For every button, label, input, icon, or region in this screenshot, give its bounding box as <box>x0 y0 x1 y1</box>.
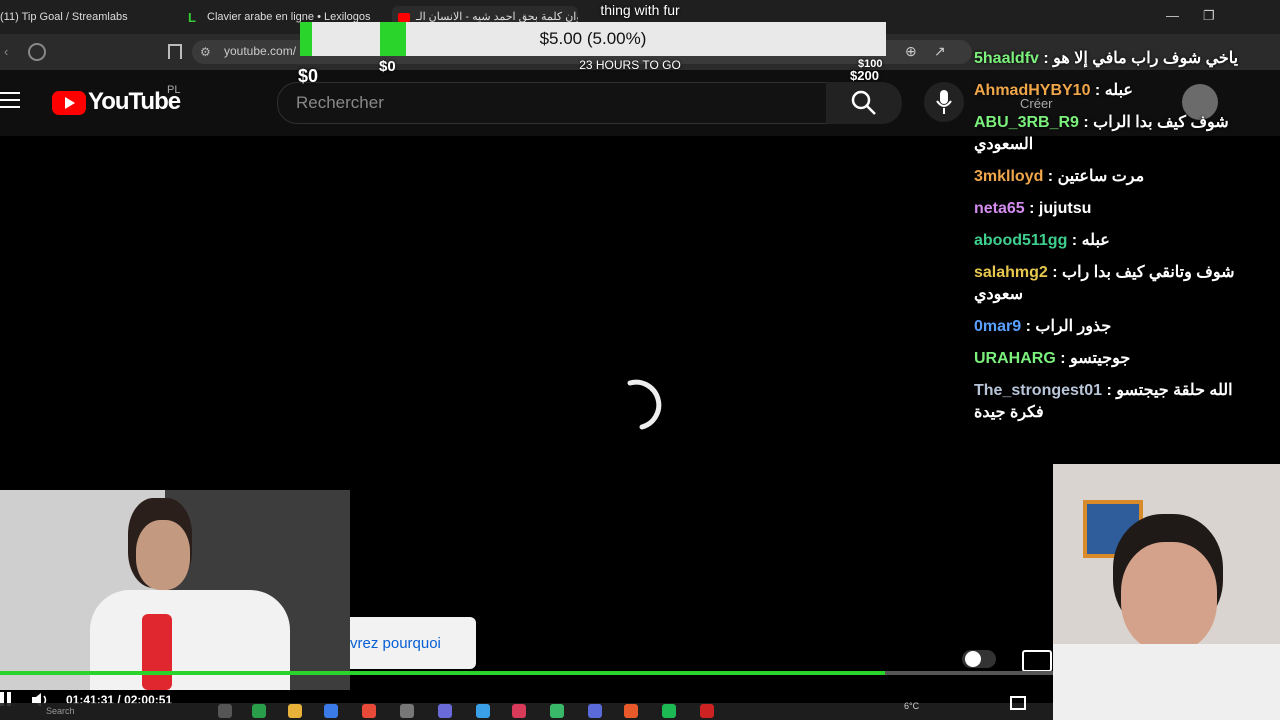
chat-message: AhmadHYBY10 : عبله <box>974 80 1280 102</box>
discord-icon[interactable] <box>588 704 602 718</box>
maximize-icon[interactable]: ❐ <box>1203 8 1215 24</box>
app-icon[interactable] <box>324 704 338 718</box>
voice-search-button[interactable] <box>924 82 964 122</box>
search-icon <box>851 90 876 115</box>
chat-text: مرت ساعتين <box>1057 168 1145 185</box>
chat-text: جذور الراب <box>1035 318 1112 335</box>
webcam-left <box>0 490 350 690</box>
chat-message: 5haaldfv : ياخي شوف راب مافي إلا هو <box>974 48 1280 70</box>
chat-message: neta65 : jujutsu <box>974 198 1280 220</box>
chat-username: URAHARG <box>974 350 1056 367</box>
chat-separator: : <box>1047 264 1063 281</box>
lexilogos-icon: L <box>188 10 196 25</box>
chat-username: neta65 <box>974 200 1025 217</box>
chat-username: 5haaldfv <box>974 50 1039 67</box>
goal-time-left: 23 HOURS TO GO <box>579 58 681 72</box>
zoom-icon[interactable]: ⊕ <box>905 43 917 60</box>
chat-username: 0mar9 <box>974 318 1022 335</box>
menu-icon[interactable] <box>0 92 20 110</box>
chat-text: جوجيتسو <box>1070 350 1131 367</box>
app-icon[interactable] <box>438 704 452 718</box>
site-settings-icon[interactable]: ⚙ <box>200 45 211 59</box>
chat-separator: : <box>1102 382 1117 399</box>
chat-username: abood511gg <box>974 232 1068 249</box>
spotify-icon[interactable] <box>662 704 676 718</box>
webcam-right <box>1053 464 1280 720</box>
chat-message: 3mklloyd : مرت ساعتين <box>974 166 1280 188</box>
reload-icon[interactable] <box>28 43 46 61</box>
chat-separator: : <box>1078 114 1094 131</box>
minimize-icon[interactable]: — <box>1166 8 1179 23</box>
search-input[interactable] <box>294 82 818 124</box>
goal-start-label-secondary: $0 <box>379 58 396 75</box>
chat-separator: : <box>1038 50 1054 67</box>
progress-fill[interactable] <box>0 671 885 675</box>
brave-icon[interactable] <box>624 704 638 718</box>
loading-spinner-icon <box>627 379 662 430</box>
miniplayer-icon[interactable] <box>1010 696 1026 710</box>
url-text: youtube.com/ <box>224 44 297 58</box>
app-icon[interactable] <box>700 704 714 718</box>
app-icon[interactable] <box>512 704 526 718</box>
chat-text: jujutsu <box>1038 200 1092 217</box>
app-icon[interactable] <box>362 704 376 718</box>
chat-separator: : <box>1055 350 1070 367</box>
chat-message: 0mar9 : جذور الراب <box>974 316 1280 338</box>
edge-icon[interactable] <box>476 704 490 718</box>
microphone-icon <box>142 614 172 690</box>
chat-username: The_strongest01 <box>974 382 1103 399</box>
share-icon[interactable]: ↗ <box>934 43 946 60</box>
search-button[interactable] <box>826 82 902 124</box>
tooltip-text: vrez pourquoi <box>350 635 441 652</box>
youtube-logo-icon[interactable] <box>52 91 86 115</box>
store-icon[interactable] <box>400 704 414 718</box>
chat-username: AhmadHYBY10 <box>974 82 1091 99</box>
chat-separator: : <box>1024 200 1039 217</box>
chat-username: ABU_3RB_R9 <box>974 114 1079 131</box>
weather-widget[interactable]: 6°C <box>904 701 919 711</box>
chat-message: ABU_3RB_R9 : شوف كيف بدا الراب السعودي <box>974 112 1280 156</box>
tab-tip-goal[interactable]: (11) Tip Goal / Streamlabs <box>0 6 175 28</box>
chat-message: URAHARG : جوجيتسو <box>974 348 1280 370</box>
info-tooltip[interactable]: vrez pourquoi <box>350 617 476 669</box>
autoplay-toggle[interactable] <box>962 650 996 668</box>
chat-message: salahmg2 : شوف وتانقي كيف بدا راب سعودي <box>974 262 1280 306</box>
chat-username: salahmg2 <box>974 264 1048 281</box>
chat-overlay: 5haaldfv : ياخي شوف راب مافي إلا هو Ahmad… <box>974 48 1280 434</box>
chat-text: عبله <box>1081 232 1110 249</box>
folder-icon[interactable] <box>288 704 302 718</box>
subtitles-icon[interactable] <box>1022 650 1052 672</box>
taskbar-search[interactable]: Search <box>46 706 75 716</box>
chat-separator: : <box>1043 168 1058 185</box>
taskbar <box>0 703 1053 720</box>
region-badge: PL <box>167 84 181 96</box>
pause-icon <box>965 651 981 667</box>
back-icon[interactable]: ‹ <box>4 44 8 59</box>
goal-title: thing with fur <box>600 2 680 18</box>
app-icon[interactable] <box>550 704 564 718</box>
app-icon[interactable] <box>252 704 266 718</box>
chat-message: The_strongest01 : الله حلقة جيجتسو فكرة … <box>974 380 1280 424</box>
goal-start-label: $0 <box>298 66 319 86</box>
chat-separator: : <box>1090 82 1105 99</box>
chat-text: ياخي شوف راب مافي إلا هو <box>1053 50 1239 67</box>
task-view-icon[interactable] <box>218 704 232 718</box>
chat-message: abood511gg : عبله <box>974 230 1280 252</box>
chat-separator: : <box>1067 232 1082 249</box>
bookmark-icon[interactable] <box>168 44 182 59</box>
chat-username: 3mklloyd <box>974 168 1044 185</box>
chat-separator: : <box>1021 318 1036 335</box>
youtube-tab-icon <box>398 12 410 22</box>
goal-end-label: $200 <box>850 68 879 83</box>
chat-text: عبله <box>1104 82 1133 99</box>
microphone-icon <box>936 90 952 114</box>
goal-amount: $5.00 (5.00%) <box>539 29 647 48</box>
